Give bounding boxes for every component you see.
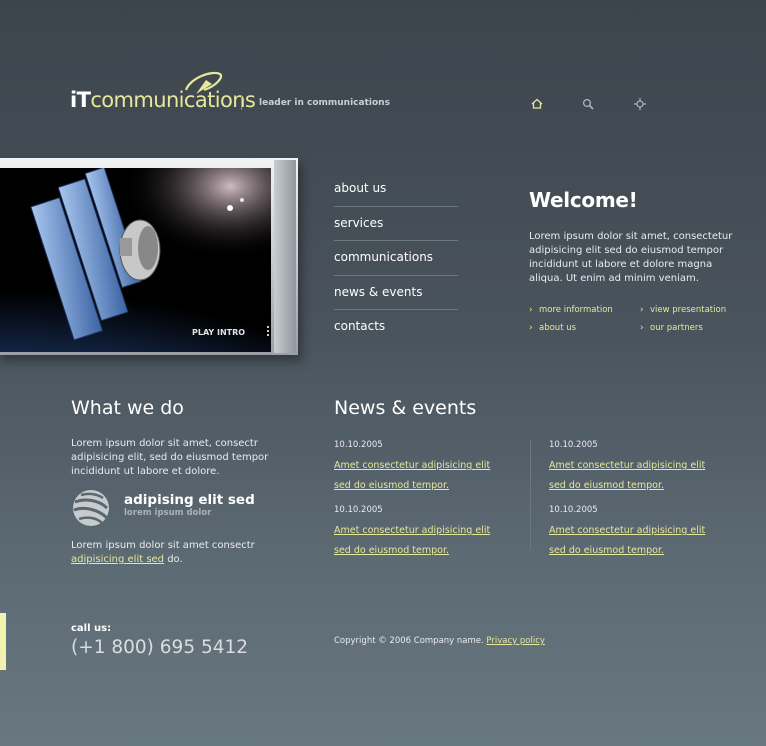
nav-item-contacts[interactable]: contacts (334, 310, 458, 345)
play-intro-button[interactable]: PLAY INTRO (192, 328, 245, 337)
news-link[interactable]: Amet consectetur adipisicing elit sed do… (334, 460, 490, 491)
chevron-right-icon: › (640, 323, 644, 333)
promo-title: adipising elit sed (124, 492, 255, 508)
chevron-right-icon: › (529, 305, 533, 315)
logo-communications: communications (90, 88, 256, 112)
about-us-label: about us (539, 323, 577, 333)
our-partners-link[interactable]: › our partners (640, 323, 703, 333)
news-link[interactable]: Amet consectetur adipisicing elit sed do… (549, 460, 705, 491)
news-divider (530, 440, 531, 550)
search-icon[interactable] (581, 96, 595, 110)
what-we-do-text-2: Lorem ipsum dolor sit amet consectr adip… (71, 539, 271, 567)
news-events-title: News & events (334, 397, 477, 419)
banner-frame (274, 160, 296, 353)
satellite-swoosh-icon (184, 71, 223, 94)
phone-number: (+1 800) 695 5412 (71, 637, 249, 658)
banner-handle-icon (266, 326, 270, 340)
nav-item-services[interactable]: services (334, 207, 458, 241)
home-icon[interactable] (530, 96, 544, 110)
news-date: 10.10.2005 (334, 440, 383, 450)
banner-screen: PLAY INTRO (0, 168, 271, 352)
nav-item-news-events[interactable]: news & events (334, 276, 458, 310)
welcome-title: Welcome! (529, 188, 638, 212)
welcome-text: Lorem ipsum dolor sit amet, consectetur … (529, 231, 733, 284)
site-logo[interactable]: iTcommunications (70, 68, 256, 112)
main-nav: about us services communications news & … (334, 172, 458, 345)
intro-banner: PLAY INTRO (0, 158, 298, 355)
logo-text: iTcommunications (70, 88, 256, 112)
sitemap-icon[interactable] (633, 96, 647, 110)
chevron-right-icon: › (640, 305, 644, 315)
news-date: 10.10.2005 (549, 505, 598, 515)
nav-item-communications[interactable]: communications (334, 241, 458, 276)
copyright-text: Copyright © 2006 Company name. (334, 636, 484, 646)
view-presentation-link[interactable]: › view presentation (640, 305, 726, 315)
about-us-link[interactable]: › about us (529, 323, 576, 333)
call-us-label: call us: (71, 623, 112, 634)
chevron-right-icon: › (529, 323, 533, 333)
text2-intro: Lorem ipsum dolor sit amet consectr (71, 540, 255, 551)
globe-icon (71, 488, 111, 528)
news-item: 10.10.2005 Amet consectetur adipisicing … (549, 440, 719, 493)
nav-item-about-us[interactable]: about us (334, 172, 458, 207)
news-item: 10.10.2005 Amet consectetur adipisicing … (334, 505, 504, 558)
promo-subtitle: lorem ipsum dolor (124, 508, 212, 518)
adipisicing-link[interactable]: adipisicing elit sed (71, 554, 164, 565)
what-we-do-title: What we do (71, 397, 184, 419)
news-date: 10.10.2005 (549, 440, 598, 450)
logo-it: iT (70, 88, 91, 112)
satellite-image (0, 168, 271, 352)
news-item: 10.10.2005 Amet consectetur adipisicing … (549, 505, 719, 558)
view-presentation-label: view presentation (650, 305, 727, 315)
footer-accent-bar (0, 613, 6, 670)
header-icons (530, 96, 650, 110)
header-divider (241, 96, 242, 110)
text2-outro: do. (164, 554, 183, 565)
news-link[interactable]: Amet consectetur adipisicing elit sed do… (334, 525, 490, 556)
privacy-policy-link[interactable]: Privacy policy (486, 636, 545, 646)
what-we-do-text: Lorem ipsum dolor sit amet, consectr adi… (71, 438, 269, 477)
news-date: 10.10.2005 (334, 505, 383, 515)
copyright: Copyright © 2006 Company name. Privacy p… (334, 636, 545, 646)
tagline: leader in communications (259, 98, 390, 108)
our-partners-label: our partners (650, 323, 703, 333)
news-link[interactable]: Amet consectetur adipisicing elit sed do… (549, 525, 705, 556)
more-information-label: more information (539, 305, 613, 315)
news-item: 10.10.2005 Amet consectetur adipisicing … (334, 440, 504, 493)
more-information-link[interactable]: › more information (529, 305, 613, 315)
